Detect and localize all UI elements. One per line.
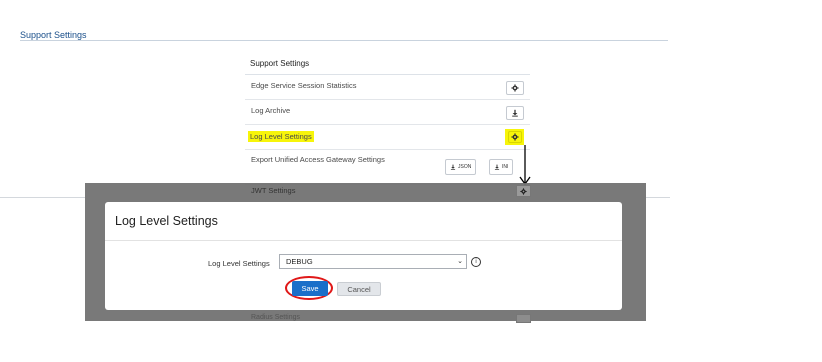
log-level-field-label: Log Level Settings xyxy=(208,259,270,268)
log-level-selected-value: DEBUG xyxy=(286,257,313,266)
title-divider xyxy=(20,40,668,41)
log-archive-download-button[interactable] xyxy=(506,106,524,120)
log-level-gear-button[interactable] xyxy=(508,131,522,143)
row-log-level-settings: Log Level Settings xyxy=(245,125,530,150)
log-level-select[interactable]: DEBUG ⌄ xyxy=(279,254,467,269)
download-icon xyxy=(512,109,518,117)
row-edge-service-session-statistics: Edge Service Session Statistics xyxy=(245,75,530,100)
row-export-settings: Export Unified Access Gateway Settings J… xyxy=(245,150,530,185)
row-label: Log Level Settings xyxy=(248,131,314,142)
row-label: Log Archive xyxy=(251,106,291,115)
edge-stats-gear-button[interactable] xyxy=(506,81,524,95)
row-label: Edge Service Session Statistics xyxy=(251,81,357,90)
support-settings-panel: Support Settings Edge Service Session St… xyxy=(245,53,530,185)
jwt-gear-button[interactable] xyxy=(516,185,531,197)
log-level-settings-dialog: Log Level Settings Log Level Settings DE… xyxy=(105,202,622,310)
panel-header: Support Settings xyxy=(245,53,530,75)
export-json-button[interactable]: JSON xyxy=(445,159,477,175)
download-icon xyxy=(494,164,500,170)
divider xyxy=(0,197,85,198)
page-title: Support Settings xyxy=(20,30,87,40)
radius-gear-button[interactable] xyxy=(516,314,531,323)
cancel-button[interactable]: Cancel xyxy=(337,282,381,296)
save-button[interactable]: Save xyxy=(292,281,328,296)
export-json-label: JSON xyxy=(458,164,472,170)
row-label: Export Unified Access Gateway Settings xyxy=(251,155,385,164)
gear-icon xyxy=(511,133,519,141)
gear-icon xyxy=(520,187,527,195)
divider xyxy=(646,197,670,198)
row-jwt-settings-label: JWT Settings xyxy=(251,186,296,195)
row-log-archive: Log Archive xyxy=(245,100,530,125)
export-ini-label: INI xyxy=(502,164,509,170)
info-icon[interactable]: i xyxy=(471,257,481,267)
dialog-divider xyxy=(105,240,622,241)
dialog-title: Log Level Settings xyxy=(115,214,218,228)
download-icon xyxy=(450,164,456,170)
row-radius-settings-label: Radius Settings xyxy=(251,314,301,321)
chevron-down-icon: ⌄ xyxy=(457,258,463,265)
gear-icon xyxy=(511,84,519,92)
